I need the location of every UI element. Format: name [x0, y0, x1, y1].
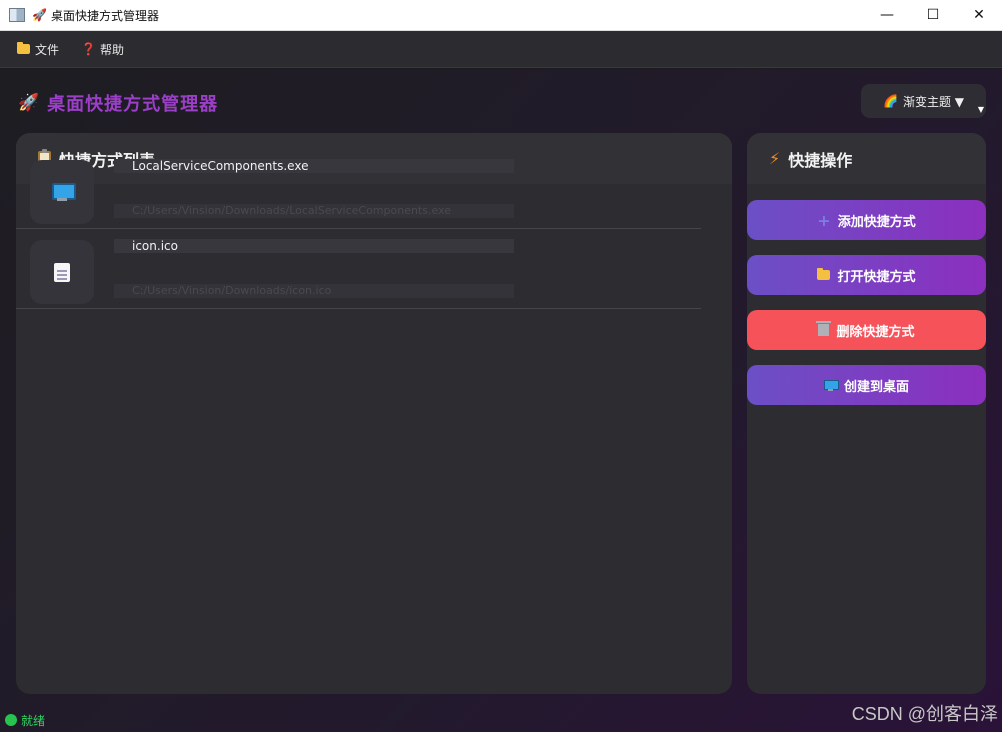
monitor-icon: [51, 183, 76, 201]
dropdown-arrow-icon: ▼: [977, 105, 984, 114]
menu-file-label: 文件: [35, 42, 60, 57]
delete-shortcut-button[interactable]: 删除快捷方式: [747, 310, 986, 350]
question-icon: ❓: [81, 42, 96, 56]
rocket-icon: 🚀: [18, 93, 40, 113]
quick-actions-header: ⚡ 快捷操作: [747, 133, 986, 184]
window-controls: — ☐ ✕: [864, 0, 1002, 31]
folder-icon: [817, 268, 831, 280]
add-shortcut-button[interactable]: + 添加快捷方式: [747, 200, 986, 240]
shortcut-list: LocalServiceComponents.exe C:/Users/Vins…: [16, 149, 701, 309]
list-item[interactable]: icon.ico C:/Users/Vinsion/Downloads/icon…: [16, 229, 701, 309]
list-item-name: LocalServiceComponents.exe: [114, 159, 514, 173]
lightning-icon: ⚡: [769, 149, 781, 168]
app-heading-text: 桌面快捷方式管理器: [47, 94, 219, 115]
trash-icon: [816, 321, 832, 336]
delete-shortcut-label: 删除快捷方式: [836, 324, 915, 340]
monitor-icon: [823, 379, 839, 391]
maximize-button[interactable]: ☐: [910, 0, 956, 31]
document-icon: [54, 262, 70, 282]
list-item-icon-box: [30, 240, 94, 304]
rocket-icon: 🚀: [32, 8, 47, 22]
app-heading: 🚀 桌面快捷方式管理器: [18, 90, 218, 116]
create-on-desktop-button[interactable]: 创建到桌面: [747, 365, 986, 405]
watermark: CSDN @创客白泽: [851, 704, 998, 724]
create-on-desktop-label: 创建到桌面: [843, 379, 909, 395]
open-shortcut-label: 打开快捷方式: [837, 269, 916, 285]
menu-file[interactable]: 文件: [17, 41, 59, 58]
folder-icon: [17, 42, 30, 54]
theme-selector-label: 渐变主题 ▼: [902, 94, 964, 109]
menu-bar: 文件 ❓ 帮助: [0, 31, 1002, 68]
rainbow-icon: 🌈: [883, 94, 898, 108]
plus-icon: +: [817, 210, 831, 230]
list-item[interactable]: LocalServiceComponents.exe C:/Users/Vins…: [16, 149, 701, 229]
status-text: 就绪: [21, 713, 46, 728]
quick-actions-panel: ⚡ 快捷操作 + 添加快捷方式 打开快捷方式 删除快捷方式 创建到桌面: [747, 133, 986, 694]
add-shortcut-label: 添加快捷方式: [837, 214, 916, 230]
list-item-path: C:/Users/Vinsion/Downloads/icon.ico: [114, 284, 514, 298]
list-item-name: icon.ico: [114, 239, 514, 253]
list-item-path: C:/Users/Vinsion/Downloads/LocalServiceC…: [114, 204, 514, 218]
open-shortcut-button[interactable]: 打开快捷方式: [747, 255, 986, 295]
minimize-button[interactable]: —: [864, 0, 910, 31]
menu-help-label: 帮助: [99, 42, 124, 57]
status-indicator-icon: [5, 714, 17, 726]
quick-actions-title: 快捷操作: [788, 150, 853, 170]
close-button[interactable]: ✕: [956, 0, 1002, 31]
list-item-icon-box: [30, 160, 94, 224]
theme-selector[interactable]: 🌈 渐变主题 ▼ ▼: [861, 84, 986, 118]
menu-help[interactable]: ❓ 帮助: [81, 41, 124, 58]
main-area: 🚀 桌面快捷方式管理器 🌈 渐变主题 ▼ ▼ 快捷方式列表 LocalServi…: [0, 69, 1002, 732]
title-bar: 🚀 桌面快捷方式管理器 — ☐ ✕: [0, 0, 1002, 31]
window-title: 桌面快捷方式管理器: [50, 8, 159, 23]
app-window-icon: [9, 8, 25, 22]
